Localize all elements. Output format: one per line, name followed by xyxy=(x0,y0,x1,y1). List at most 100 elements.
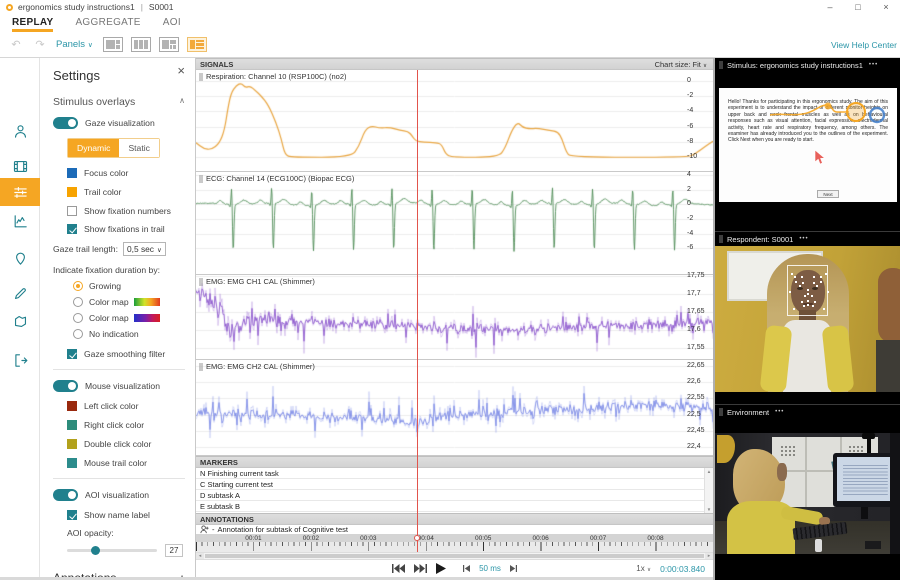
previous-marker-button[interactable] xyxy=(392,564,405,573)
scrollbar-thumb[interactable] xyxy=(205,554,704,558)
redo-icon[interactable]: ↷ xyxy=(32,38,48,51)
tab-replay[interactable]: REPLAY xyxy=(12,17,53,32)
stimulus-video-panel[interactable]: Stimulus: ergonomics study instructions1… xyxy=(715,58,900,231)
dynamic-mode-button[interactable]: Dynamic xyxy=(68,139,119,157)
panel-menu-icon[interactable]: ••• xyxy=(869,62,878,68)
next-marker-button[interactable] xyxy=(414,564,427,573)
settings-close-icon[interactable]: × xyxy=(177,66,185,76)
step-back-button[interactable] xyxy=(463,565,470,572)
y-axis-tick-label: 17,7 xyxy=(687,290,712,297)
gaze-smoothing-checkbox[interactable]: Gaze smoothing filter xyxy=(67,349,187,359)
signal-chart-emg1[interactable]: EMG: EMG CH1 CAL (Shimmer) 17,7517,717,6… xyxy=(196,275,713,360)
scroll-down-icon[interactable]: ▼ xyxy=(705,507,713,512)
drag-grip-icon[interactable] xyxy=(199,73,203,81)
gaze-trail-length-select[interactable]: 0,5 sec∨ xyxy=(123,242,166,256)
marker-row[interactable]: D subtask A xyxy=(196,490,713,501)
environment-video-panel[interactable]: Environment ••• xyxy=(715,404,900,580)
drag-grip-icon[interactable] xyxy=(719,235,723,243)
markers-scrollbar[interactable]: ▲ ▼ xyxy=(704,468,713,513)
layout-1-icon[interactable] xyxy=(103,37,123,52)
trail-color-swatch[interactable] xyxy=(67,187,77,197)
right-click-color-swatch[interactable] xyxy=(67,420,77,430)
replay-settings-icon[interactable] xyxy=(0,178,40,206)
layout-2-icon[interactable] xyxy=(131,37,151,52)
colormap-rainbow-radio[interactable]: Color map xyxy=(73,297,187,307)
play-button[interactable] xyxy=(436,563,446,574)
signals-icon[interactable] xyxy=(0,207,40,235)
annotations-icon[interactable] xyxy=(0,279,40,307)
aoi-shapes-icon[interactable] xyxy=(0,307,40,335)
no-indication-radio[interactable]: No indication xyxy=(73,329,187,339)
stimulus-overlays-header[interactable]: Stimulus overlays∧ xyxy=(53,96,187,108)
tab-aggregate[interactable]: AGGREGATE xyxy=(75,17,140,32)
aoi-opacity-slider[interactable] xyxy=(67,549,157,552)
step-forward-button[interactable] xyxy=(510,565,517,572)
growing-radio[interactable]: Growing xyxy=(73,281,187,291)
marker-row[interactable]: C Starting current test xyxy=(196,479,713,490)
y-axis-tick-label: 22,65 xyxy=(687,362,712,369)
timeline-tick-label: 00:02 xyxy=(303,535,319,542)
colormap-thermal-radio[interactable]: Color map xyxy=(73,313,187,323)
stimulus-video-title: Stimulus: ergonomics study instructions1 xyxy=(727,61,863,70)
y-axis-tick-label: 22,4 xyxy=(687,443,712,450)
chevron-down-icon: ∨ xyxy=(647,567,651,573)
drag-grip-icon[interactable] xyxy=(719,61,723,69)
layout-3-icon[interactable] xyxy=(159,37,179,52)
signal-chart-emg2[interactable]: EMG: EMG CH2 CAL (Shimmer) 22,6522,622,5… xyxy=(196,360,713,456)
respondents-icon[interactable] xyxy=(0,117,40,145)
drag-grip-icon[interactable] xyxy=(199,363,203,371)
signal-chart-respiration[interactable]: Respiration: Channel 10 (RSP100C) (no2) … xyxy=(196,70,713,172)
playback-speed-dropdown[interactable]: 1x ∨ xyxy=(636,564,651,573)
playhead-line[interactable] xyxy=(417,70,419,552)
scroll-up-icon[interactable]: ▲ xyxy=(705,469,713,474)
left-click-color-swatch[interactable] xyxy=(67,401,77,411)
show-fixations-in-trail-checkbox[interactable]: Show fixations in trail xyxy=(67,224,187,234)
recordings-icon[interactable] xyxy=(0,152,40,180)
y-axis-tick-label: 22,45 xyxy=(687,427,712,434)
phone xyxy=(865,541,881,549)
timeline-scrollbar[interactable]: ◂ ▸ xyxy=(196,552,713,560)
drag-grip-icon[interactable] xyxy=(199,278,203,286)
aoi-opacity-value[interactable]: 27 xyxy=(165,544,183,557)
close-icon[interactable]: × xyxy=(872,0,900,14)
export-icon[interactable] xyxy=(0,346,40,374)
maximize-icon[interactable]: □ xyxy=(844,0,872,14)
double-click-color-swatch[interactable] xyxy=(67,439,77,449)
drag-grip-icon[interactable] xyxy=(719,408,723,416)
scroll-left-icon[interactable]: ◂ xyxy=(196,553,204,559)
gaze-visualization-toggle[interactable] xyxy=(53,117,78,129)
layout-4-icon-active[interactable] xyxy=(187,37,207,52)
marker-row[interactable]: E subtask B xyxy=(196,501,713,512)
mouse-visualization-toggle[interactable] xyxy=(53,380,78,392)
y-axis-tick-label: 0 xyxy=(687,200,712,207)
undo-icon[interactable]: ↶ xyxy=(8,38,24,51)
respondent-video-panel[interactable]: Respondent: S0001 ••• xyxy=(715,231,900,404)
marker-row[interactable]: N Finishing current task xyxy=(196,468,713,479)
aoi-visualization-row: AOI visualization xyxy=(53,489,187,501)
signal-chart-ecg[interactable]: ECG: Channel 14 (ECG100C) (Biopac ECG) 4… xyxy=(196,172,713,275)
panel-menu-icon[interactable]: ••• xyxy=(775,409,784,415)
scroll-right-icon[interactable]: ▸ xyxy=(705,553,713,559)
timeline-ruler[interactable]: 00:0100:0200:0300:0400:0500:0600:0700:08 xyxy=(196,534,713,552)
slider-thumb[interactable] xyxy=(91,546,100,555)
y-axis-tick-label: -4 xyxy=(687,230,712,237)
main-tabs: REPLAY AGGREGATE AOI xyxy=(0,14,900,32)
panel-menu-icon[interactable]: ••• xyxy=(799,236,808,242)
static-mode-button[interactable]: Static xyxy=(119,139,159,157)
gaze-mapping-icon[interactable] xyxy=(0,244,40,272)
tab-aoi[interactable]: AOI xyxy=(163,17,181,32)
rainbow-gradient-swatch xyxy=(134,298,160,306)
drag-grip-icon[interactable] xyxy=(199,175,203,183)
show-fixation-numbers-checkbox[interactable]: Show fixation numbers xyxy=(67,206,187,216)
chart-title: ECG: Channel 14 (ECG100C) (Biopac ECG) xyxy=(199,174,354,183)
stimulus-video-header: Stimulus: ergonomics study instructions1… xyxy=(715,58,900,72)
minimize-icon[interactable]: – xyxy=(816,0,844,14)
help-center-link[interactable]: View Help Center xyxy=(831,40,897,50)
show-name-label-checkbox[interactable]: Show name label xyxy=(67,510,187,520)
mouse-trail-color-swatch[interactable] xyxy=(67,458,77,468)
aoi-visualization-toggle[interactable] xyxy=(53,489,78,501)
panels-dropdown[interactable]: Panels ∨ xyxy=(56,39,93,50)
focus-color-swatch[interactable] xyxy=(67,168,77,178)
step-size-dropdown[interactable]: 50 ms xyxy=(479,564,501,573)
annotation-row[interactable]: - Annotation for subtask of Cognitive te… xyxy=(196,525,713,534)
